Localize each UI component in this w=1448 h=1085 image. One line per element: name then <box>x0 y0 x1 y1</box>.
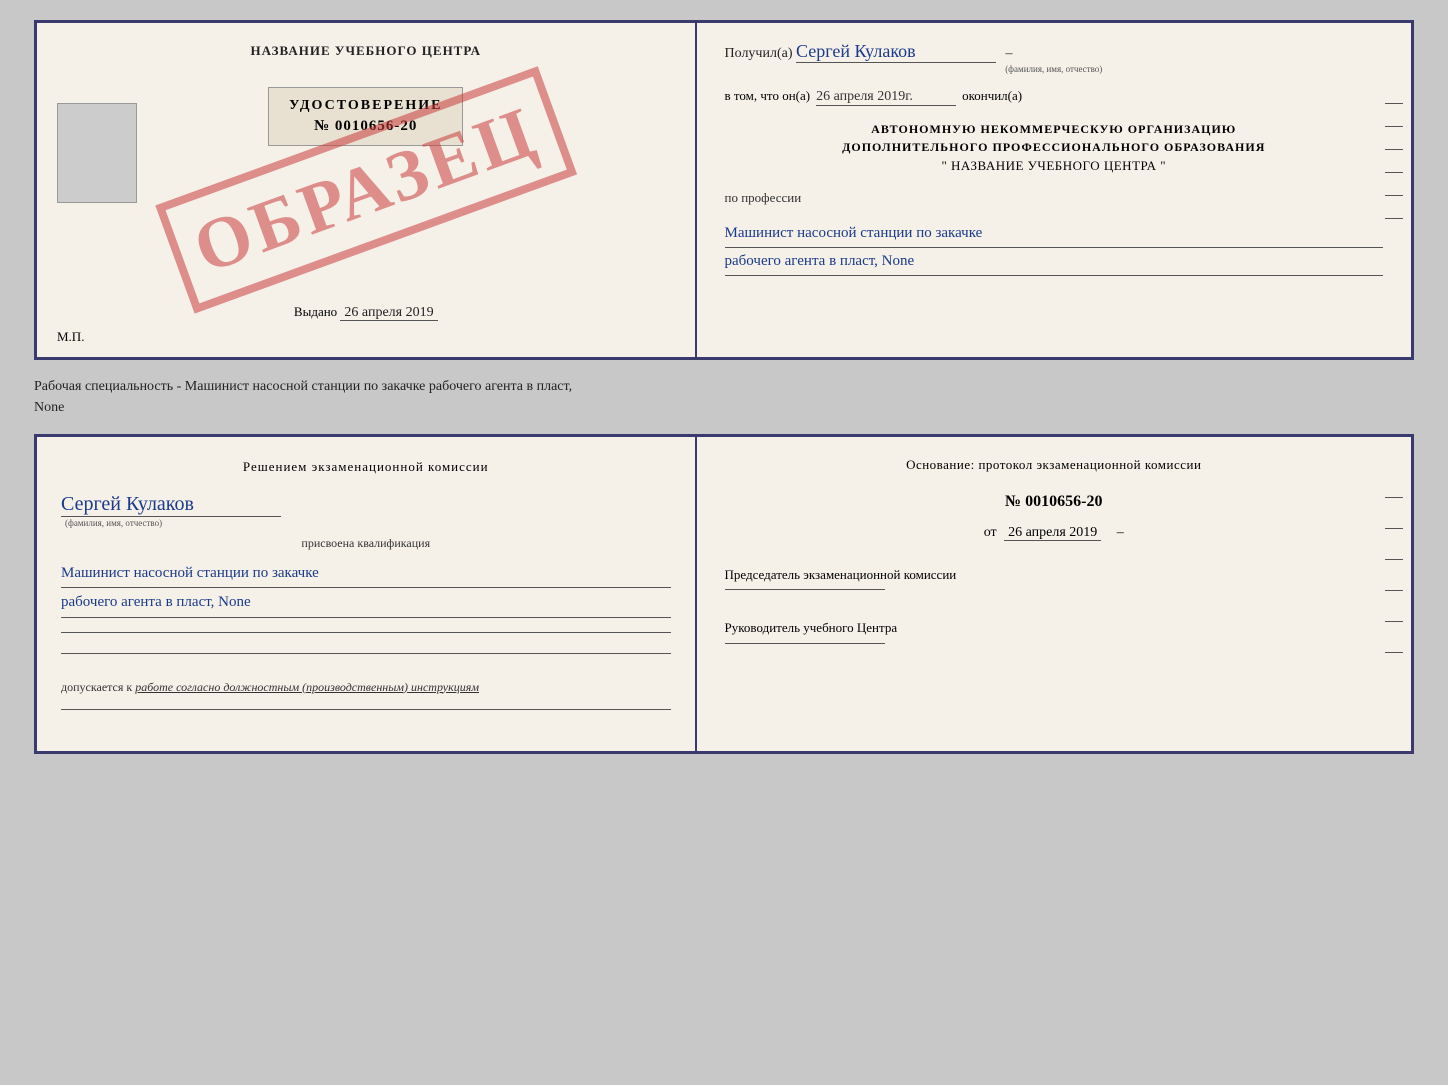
profession-line1: Машинист насосной станции по закачке <box>725 220 1383 248</box>
org-block: АВТОНОМНУЮ НЕКОММЕРЧЕСКУЮ ОРГАНИЗАЦИЮ ДО… <box>725 120 1383 176</box>
bottom-line-3 <box>61 709 671 710</box>
specialty-line2: None <box>34 400 64 415</box>
side-dash-2 <box>1385 528 1403 529</box>
dash-4 <box>1385 172 1403 173</box>
dopuskaetsya-block: допускается к работе согласно должностны… <box>61 680 671 695</box>
osnovanie-text: Основание: протокол экзаменационной коми… <box>725 455 1383 475</box>
vtom-label: в том, что он(а) <box>725 88 811 104</box>
po-professii: по профессии <box>725 190 1383 206</box>
predsedatel-label: Председатель экзаменационной комиссии <box>725 565 1383 586</box>
rukovoditel-line <box>725 643 885 644</box>
specialty-text: Рабочая специальность - Машинист насосно… <box>34 372 1414 422</box>
side-dash-3 <box>1385 559 1403 560</box>
dash-5 <box>1385 195 1403 196</box>
side-dash-5 <box>1385 621 1403 622</box>
ot-label: от <box>984 525 997 540</box>
kvali-line1: Машинист насосной станции по закачке <box>61 559 671 589</box>
vydano-label: Выдано <box>294 304 337 319</box>
poluchil-label: Получил(а) <box>725 46 793 61</box>
kvali-line2: рабочего агента в пласт, None <box>61 588 671 618</box>
kvali-block: Машинист насосной станции по закачке раб… <box>61 559 671 618</box>
org-line1: АВТОНОМНУЮ НЕКОММЕРЧЕСКУЮ ОРГАНИЗАЦИЮ <box>725 120 1383 138</box>
poluchil-value: Сергей Кулаков <box>796 41 996 63</box>
protocol-date: от 26 апреля 2019 – <box>725 525 1383 541</box>
bottom-left: Решением экзаменационной комиссии Сергей… <box>37 437 697 751</box>
certificate-bottom: Решением экзаменационной комиссии Сергей… <box>34 434 1414 754</box>
protocol-number: № 0010656-20 <box>725 493 1383 511</box>
bottom-line-1 <box>61 632 671 633</box>
predsedatel-line <box>725 589 885 590</box>
side-dashes-right <box>1385 497 1403 653</box>
certificate-top: НАЗВАНИЕ УЧЕБНОГО ЦЕНТРА ОБРАЗЕЦ УДОСТОВ… <box>34 20 1414 360</box>
udost-number: № 0010656-20 <box>289 118 442 135</box>
vydano-line: Выдано 26 апреля 2019 <box>37 304 695 321</box>
photo-placeholder <box>57 103 137 203</box>
resheniem-text: Решением экзаменационной комиссии <box>61 457 671 477</box>
cert-left-title: НАЗВАНИЕ УЧЕБНОГО ЦЕНТРА <box>250 43 481 59</box>
fio-hint-top: (фамилия, имя, отчество) <box>725 64 1383 74</box>
poluchil-line: Получил(а) Сергей Кулаков – (фамилия, им… <box>725 41 1383 74</box>
cert-right: Получил(а) Сергей Кулаков – (фамилия, им… <box>697 23 1411 357</box>
rukovoditel-label: Руководитель учебного Центра <box>725 618 1383 639</box>
dopuskaetsya-value: работе согласно должностным (производств… <box>135 680 479 694</box>
org-line2: ДОПОЛНИТЕЛЬНОГО ПРОФЕССИОНАЛЬНОГО ОБРАЗО… <box>725 138 1383 156</box>
okonchil-label: окончил(а) <box>962 88 1022 104</box>
cert-left: НАЗВАНИЕ УЧЕБНОГО ЦЕНТРА ОБРАЗЕЦ УДОСТОВ… <box>37 23 697 357</box>
vydano-date: 26 апреля 2019 <box>340 305 437 321</box>
specialty-line1: Рабочая специальность - Машинист насосно… <box>34 379 572 394</box>
vtom-date: 26 апреля 2019г. <box>816 89 956 106</box>
predsedatel-block: Председатель экзаменационной комиссии <box>725 565 1383 595</box>
bottom-line-2 <box>61 653 671 654</box>
udost-title: УДОСТОВЕРЕНИЕ <box>289 98 442 114</box>
document-wrapper: НАЗВАНИЕ УЧЕБНОГО ЦЕНТРА ОБРАЗЕЦ УДОСТОВ… <box>34 20 1414 754</box>
bottom-name-value: Сергей Кулаков <box>61 493 281 517</box>
udostoverenie-block: УДОСТОВЕРЕНИЕ № 0010656-20 <box>268 87 463 146</box>
mp-line: М.П. <box>57 329 84 345</box>
dash-3 <box>1385 149 1403 150</box>
side-dash-6 <box>1385 652 1403 653</box>
dash-1 <box>1385 103 1403 104</box>
profession-line2: рабочего агента в пласт, None <box>725 248 1383 276</box>
side-dash-1 <box>1385 497 1403 498</box>
bottom-right: Основание: протокол экзаменационной коми… <box>697 437 1411 751</box>
dash-2 <box>1385 126 1403 127</box>
profession-block: Машинист насосной станции по закачке раб… <box>725 220 1383 276</box>
vtom-line: в том, что он(а) 26 апреля 2019г. окончи… <box>725 88 1383 106</box>
rukovoditel-block: Руководитель учебного Центра <box>725 618 1383 648</box>
dash-6 <box>1385 218 1403 219</box>
ot-date: 26 апреля 2019 <box>1004 525 1101 541</box>
bottom-name-block: Сергей Кулаков (фамилия, имя, отчество) <box>61 493 671 528</box>
prisvoena-text: присвоена квалификация <box>61 536 671 551</box>
bottom-fio-hint: (фамилия, имя, отчество) <box>65 518 671 528</box>
right-side-dashes <box>1385 103 1403 219</box>
org-line3: " НАЗВАНИЕ УЧЕБНОГО ЦЕНТРА " <box>725 156 1383 176</box>
side-dash-4 <box>1385 590 1403 591</box>
dopuskaetsya-prefix: допускается к <box>61 680 132 694</box>
